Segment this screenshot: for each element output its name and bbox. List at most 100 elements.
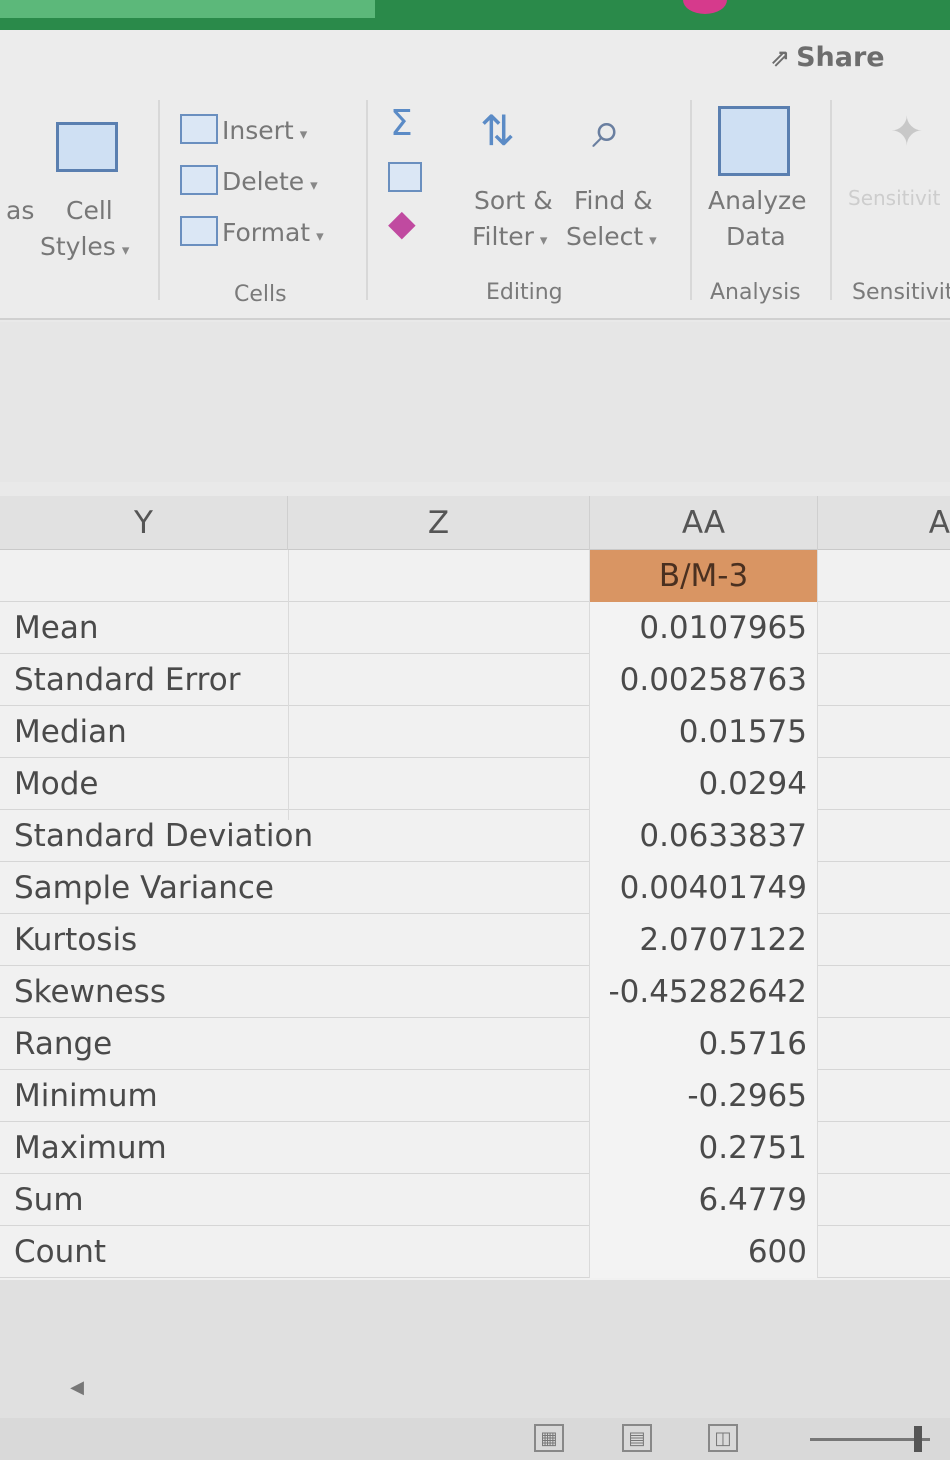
stat-value-cell[interactable]: 0.0294 [590,758,818,810]
table-cell-empty[interactable] [818,706,950,758]
stat-value-cell[interactable]: 0.0107965 [590,602,818,654]
table-cell-empty[interactable] [818,1018,950,1070]
column-header-y[interactable]: Y [0,496,288,550]
table-cell-empty[interactable] [818,654,950,706]
stat-value-cell[interactable]: 2.0707122 [590,914,818,966]
normal-view-icon[interactable]: ▦ [534,1424,564,1452]
stat-label-cell[interactable]: Skewness [0,966,590,1018]
cell-styles-button-line1[interactable]: Cell [66,196,113,225]
table-cell-empty[interactable] [818,1174,950,1226]
table-cell-empty[interactable] [818,810,950,862]
stat-label-cell[interactable]: Minimum [0,1070,590,1122]
chevron-down-icon: ▾ [316,227,324,245]
table-header-cell[interactable]: B/M-3 [590,550,818,602]
column-header-z[interactable]: Z [288,496,590,550]
stat-value-cell[interactable]: 0.0633837 [590,810,818,862]
table-cell-empty[interactable] [818,914,950,966]
column-header-aa[interactable]: AA [590,496,818,550]
table-row: Kurtosis 2.0707122 [0,914,950,966]
delete-cells-icon [180,165,218,195]
column-divider [288,550,289,820]
stat-label-cell[interactable]: Mode [0,758,590,810]
table-cell-empty[interactable] [818,1070,950,1122]
stat-label-cell[interactable]: Sample Variance [0,862,590,914]
cells-group-label: Cells [234,282,287,307]
insert-button[interactable]: Insert ▾ [222,116,307,145]
sensitivity-icon: ✦ [890,109,924,155]
stat-label-cell[interactable]: Sum [0,1174,590,1226]
table-row: Count 600 [0,1226,950,1278]
cell-styles-button-line2[interactable]: Styles ▾ [40,232,129,261]
chevron-down-icon: ▾ [299,125,308,143]
share-button[interactable]: ⇗ Share [770,42,885,73]
analyze-data-button-line2[interactable]: Data [726,222,786,251]
insert-label: Insert [222,116,294,145]
table-cell-empty[interactable] [818,862,950,914]
stat-label-cell[interactable]: Count [0,1226,590,1278]
stat-label-cell[interactable]: Mean [0,602,590,654]
table-cell-empty[interactable] [818,602,950,654]
table-row: Sum 6.4779 [0,1174,950,1226]
page-break-view-icon[interactable]: ◫ [708,1424,738,1452]
share-icon: ⇗ [770,43,791,72]
stat-label-cell[interactable]: Range [0,1018,590,1070]
stat-value-cell[interactable]: 6.4779 [590,1174,818,1226]
fill-icon[interactable] [388,162,422,192]
table-row: Maximum 0.2751 [0,1122,950,1174]
clear-icon[interactable]: ◆ [388,206,416,242]
table-header-row: B/M-3 [0,550,950,602]
stat-value-cell[interactable]: 0.01575 [590,706,818,758]
table-cell-empty[interactable] [0,550,590,602]
table-cell-empty[interactable] [818,758,950,810]
title-bar [0,0,950,30]
column-header-ab[interactable]: A [818,496,950,550]
stat-value-cell[interactable]: 600 [590,1226,818,1278]
table-cell-empty[interactable] [818,1226,950,1278]
stat-label-cell[interactable]: Standard Deviation [0,810,590,862]
delete-button[interactable]: Delete ▾ [222,167,318,196]
editing-group-label: Editing [486,280,563,305]
sort-filter-label-1: Sort & [474,186,553,215]
sort-filter-button-line2[interactable]: Filter ▾ [472,222,547,251]
zoom-slider-thumb[interactable] [914,1426,922,1452]
format-as-table-label: as [6,196,35,225]
table-cell-empty[interactable] [818,550,950,602]
share-label: Share [796,42,885,73]
stat-value-cell[interactable]: -0.2965 [590,1070,818,1122]
find-select-button-line1[interactable]: Find & [574,186,653,215]
stat-value-cell[interactable]: 0.00258763 [590,654,818,706]
scroll-left-icon[interactable]: ◀ [62,1372,92,1402]
stat-label-cell[interactable]: Kurtosis [0,914,590,966]
stat-value-cell[interactable]: 0.5716 [590,1018,818,1070]
stat-value-cell[interactable]: 0.2751 [590,1122,818,1174]
sensitivity-button[interactable]: Sensitivit [848,186,940,210]
analyze-label-2: Data [726,222,786,251]
format-button[interactable]: Format ▾ [222,218,324,247]
table-cell-empty[interactable] [818,1122,950,1174]
search-icon: ⌕ [592,100,622,160]
autosum-icon[interactable]: Σ [390,106,413,142]
chevron-down-icon: ▾ [649,231,657,249]
stat-value-cell[interactable]: -0.45282642 [590,966,818,1018]
table-row: Skewness -0.45282642 [0,966,950,1018]
group-divider [366,100,368,300]
user-avatar[interactable] [683,0,727,14]
worksheet-grid: B/M-3 Mean 0.0107965 Standard Error 0.002587… [0,550,950,1280]
table-cell-empty[interactable] [818,966,950,1018]
find-select-button-line2[interactable]: Select ▾ [566,222,657,251]
format-as-table-button[interactable]: as [6,196,34,225]
table-row: Mode 0.0294 [0,758,950,810]
group-divider [158,100,160,300]
stat-value-cell[interactable]: 0.00401749 [590,862,818,914]
analyze-data-icon [718,106,790,176]
sort-filter-button-line1[interactable]: Sort & [474,186,553,215]
page-layout-view-icon[interactable]: ▤ [622,1424,652,1452]
stat-label-cell[interactable]: Maximum [0,1122,590,1174]
stat-label-cell[interactable]: Standard Error [0,654,590,706]
table-row: Sample Variance 0.00401749 [0,862,950,914]
zoom-slider[interactable] [810,1438,930,1441]
analyze-data-button-line1[interactable]: Analyze [708,186,807,215]
table-row: Minimum -0.2965 [0,1070,950,1122]
insert-cells-icon [180,114,218,144]
stat-label-cell[interactable]: Median [0,706,590,758]
